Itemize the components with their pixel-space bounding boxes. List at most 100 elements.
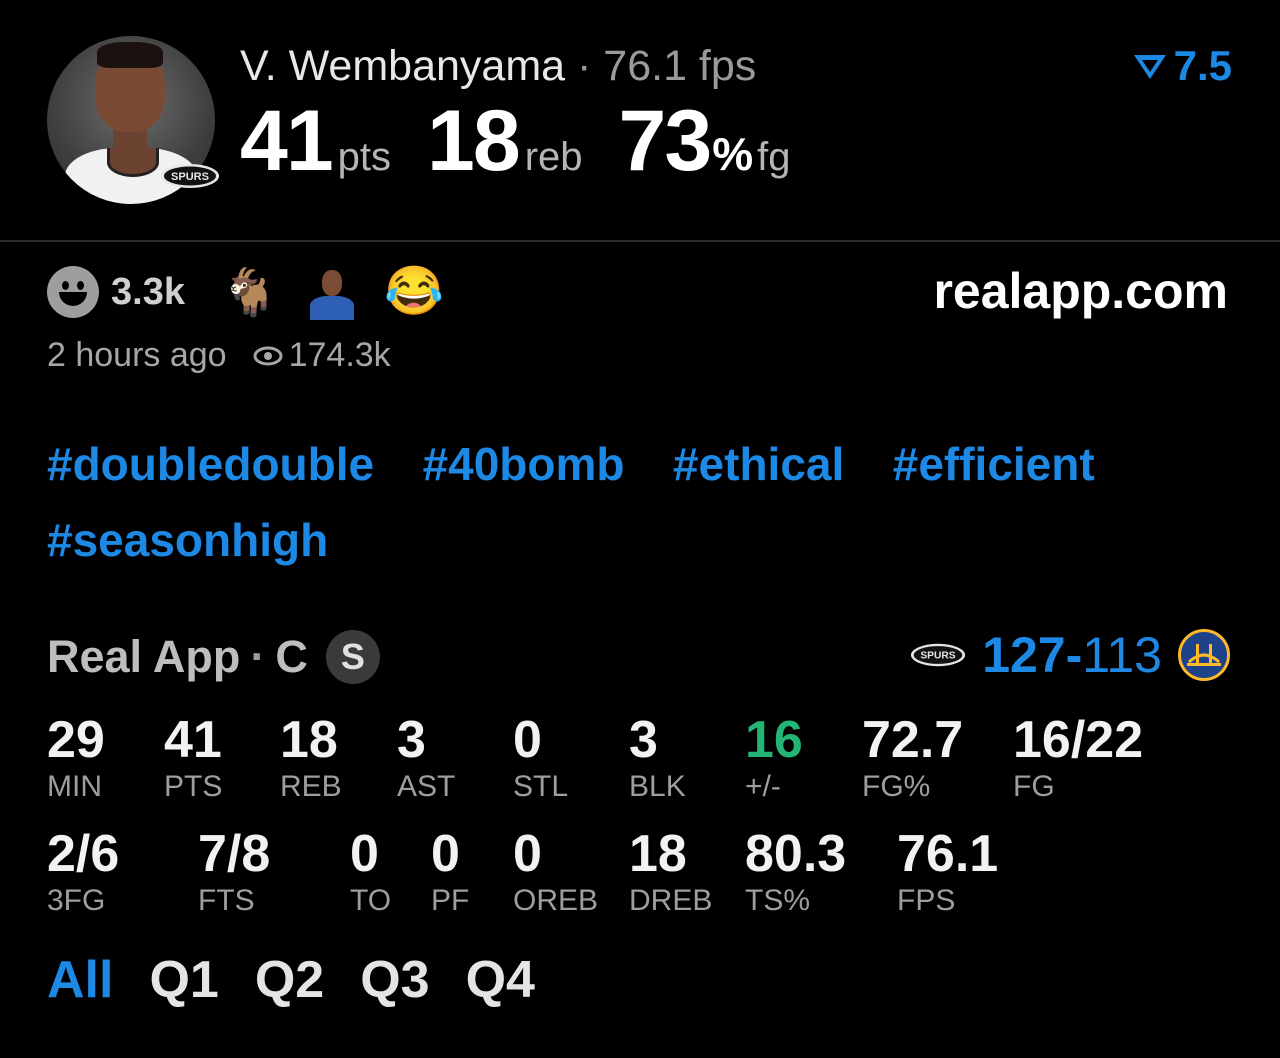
stat-value: 16 bbox=[745, 711, 803, 769]
stat-ts-pct: 80.3 TS% bbox=[745, 826, 846, 918]
stat-stl: 0 STL bbox=[513, 712, 568, 804]
stat-value: 0 bbox=[513, 711, 542, 769]
points-unit: pts bbox=[337, 135, 392, 179]
stat-value: 0 bbox=[350, 825, 379, 883]
rebounds-unit: reb bbox=[524, 135, 583, 179]
tab-q3[interactable]: Q3 bbox=[360, 950, 429, 1010]
stat-value: 76.1 bbox=[897, 825, 999, 883]
player-reaction-icon[interactable] bbox=[306, 264, 358, 320]
tab-q1[interactable]: Q1 bbox=[149, 950, 218, 1010]
smiley-mouth bbox=[59, 292, 87, 306]
fg-percent-sign: % bbox=[712, 128, 754, 180]
spurs-logo-icon: SPURS bbox=[161, 164, 219, 188]
avatar-collar bbox=[107, 148, 159, 177]
bridge-icon bbox=[1187, 644, 1221, 666]
stat-label: DREB bbox=[629, 884, 713, 917]
stat-label: TS% bbox=[745, 884, 811, 917]
stat-value: 72.7 bbox=[862, 711, 964, 769]
headline-stats: 41 pts 18 reb 73% fg bbox=[240, 96, 826, 186]
stat-label: REB bbox=[280, 770, 342, 803]
stat-label: OREB bbox=[513, 884, 599, 917]
rating-arrow-icon bbox=[1133, 55, 1166, 79]
stat-label: TO bbox=[350, 884, 392, 917]
rebounds-value: 18 bbox=[427, 93, 521, 189]
views-eye-icon bbox=[253, 346, 283, 365]
goat-reaction-icon[interactable]: 🐐 bbox=[221, 264, 278, 320]
stat-label: 3FG bbox=[47, 884, 106, 917]
hashtag-list: #doubledouble #40bomb #ethical #efficien… bbox=[47, 432, 1247, 584]
source-label: Real App bbox=[47, 631, 241, 682]
stat-dreb: 18 DREB bbox=[629, 826, 712, 918]
stat-value: 41 bbox=[164, 711, 222, 769]
tab-q4[interactable]: Q4 bbox=[466, 950, 535, 1010]
hashtag[interactable]: #efficient bbox=[893, 432, 1095, 508]
post-meta: 2 hours ago 174.3k bbox=[47, 336, 391, 375]
spurs-logo-text: SPURS bbox=[171, 171, 209, 183]
source-separator: · bbox=[250, 631, 266, 682]
smiley-eye-right bbox=[77, 281, 84, 290]
stat-label: FTS bbox=[198, 884, 255, 917]
name-separator: · bbox=[577, 42, 592, 90]
stat-oreb: 0 OREB bbox=[513, 826, 598, 918]
stat-label: +/- bbox=[745, 770, 781, 803]
home-logo-text: SPURS bbox=[921, 651, 956, 662]
fg-unit: fg bbox=[757, 135, 791, 179]
warriors-logo-icon bbox=[1178, 629, 1230, 681]
stat-value: 16/22 bbox=[1013, 711, 1144, 769]
stat-label: BLK bbox=[629, 770, 686, 803]
header-divider bbox=[0, 240, 1280, 242]
laugh-reaction-icon[interactable]: 😂 bbox=[384, 264, 444, 320]
stat-value: 29 bbox=[47, 711, 105, 769]
final-score: 127-113 bbox=[982, 626, 1162, 684]
stat-blk: 3 BLK bbox=[629, 712, 686, 804]
stat-ast: 3 AST bbox=[397, 712, 455, 804]
hashtag[interactable]: #40bomb bbox=[423, 432, 625, 508]
tab-q2[interactable]: Q2 bbox=[255, 950, 324, 1010]
rating-badge[interactable]: 7.5 bbox=[1132, 42, 1232, 90]
stat-value: 80.3 bbox=[745, 825, 847, 883]
stat-plus-minus: 16 +/- bbox=[745, 712, 803, 804]
stat-fg-pct: 72.7 FG% bbox=[862, 712, 963, 804]
player-name[interactable]: V. Wembanyama bbox=[240, 42, 565, 90]
player-name-line: V. Wembanyama · 76.1 fps bbox=[240, 40, 756, 92]
hashtag[interactable]: #doubledouble bbox=[47, 432, 374, 508]
stat-reb: 18 REB bbox=[280, 712, 342, 804]
stat-value: 3 bbox=[629, 711, 658, 769]
view-count: 174.3k bbox=[288, 336, 391, 374]
stat-value: 2/6 bbox=[47, 825, 120, 883]
stat-pts: 41 PTS bbox=[164, 712, 222, 804]
stat-value: 3 bbox=[397, 711, 426, 769]
hashtag[interactable]: #seasonhigh bbox=[47, 508, 328, 584]
stat-label: FG% bbox=[862, 770, 931, 803]
avatar-hair bbox=[97, 42, 163, 68]
stat-to: 0 TO bbox=[350, 826, 391, 918]
s-badge[interactable]: S bbox=[325, 630, 380, 684]
game-score[interactable]: SPURS 127-113 bbox=[910, 626, 1230, 684]
stat-label: FPS bbox=[897, 884, 956, 917]
stat-label: MIN bbox=[47, 770, 102, 803]
points-value: 41 bbox=[240, 93, 334, 189]
team-score: 127 bbox=[982, 627, 1066, 683]
stat-label: PF bbox=[431, 884, 470, 917]
site-link[interactable]: realapp.com bbox=[933, 262, 1228, 320]
stat-label: STL bbox=[513, 770, 569, 803]
hashtag[interactable]: #ethical bbox=[673, 432, 844, 508]
spurs-logo-icon: SPURS bbox=[911, 643, 966, 667]
game-source: Real App · C S bbox=[47, 630, 380, 684]
stat-3fg: 2/6 3FG bbox=[47, 826, 119, 918]
stat-label: PTS bbox=[164, 770, 223, 803]
reaction-count[interactable]: 3.3k bbox=[111, 271, 185, 314]
stat-value: 0 bbox=[431, 825, 460, 883]
fantasy-points: 76.1 fps bbox=[603, 42, 757, 90]
smiley-reaction-icon[interactable] bbox=[47, 266, 99, 318]
fg-value: 73 bbox=[618, 93, 713, 189]
quarter-tabs: All Q1 Q2 Q3 Q4 bbox=[47, 950, 535, 1010]
time-ago: 2 hours ago bbox=[47, 336, 227, 374]
stat-label: FG bbox=[1013, 770, 1055, 803]
mini-player-head bbox=[322, 270, 343, 296]
stat-min: 29 MIN bbox=[47, 712, 105, 804]
stat-pf: 0 PF bbox=[431, 826, 469, 918]
mini-player-body bbox=[310, 296, 355, 320]
tab-all[interactable]: All bbox=[47, 950, 113, 1010]
score-dash: - bbox=[1065, 627, 1083, 683]
